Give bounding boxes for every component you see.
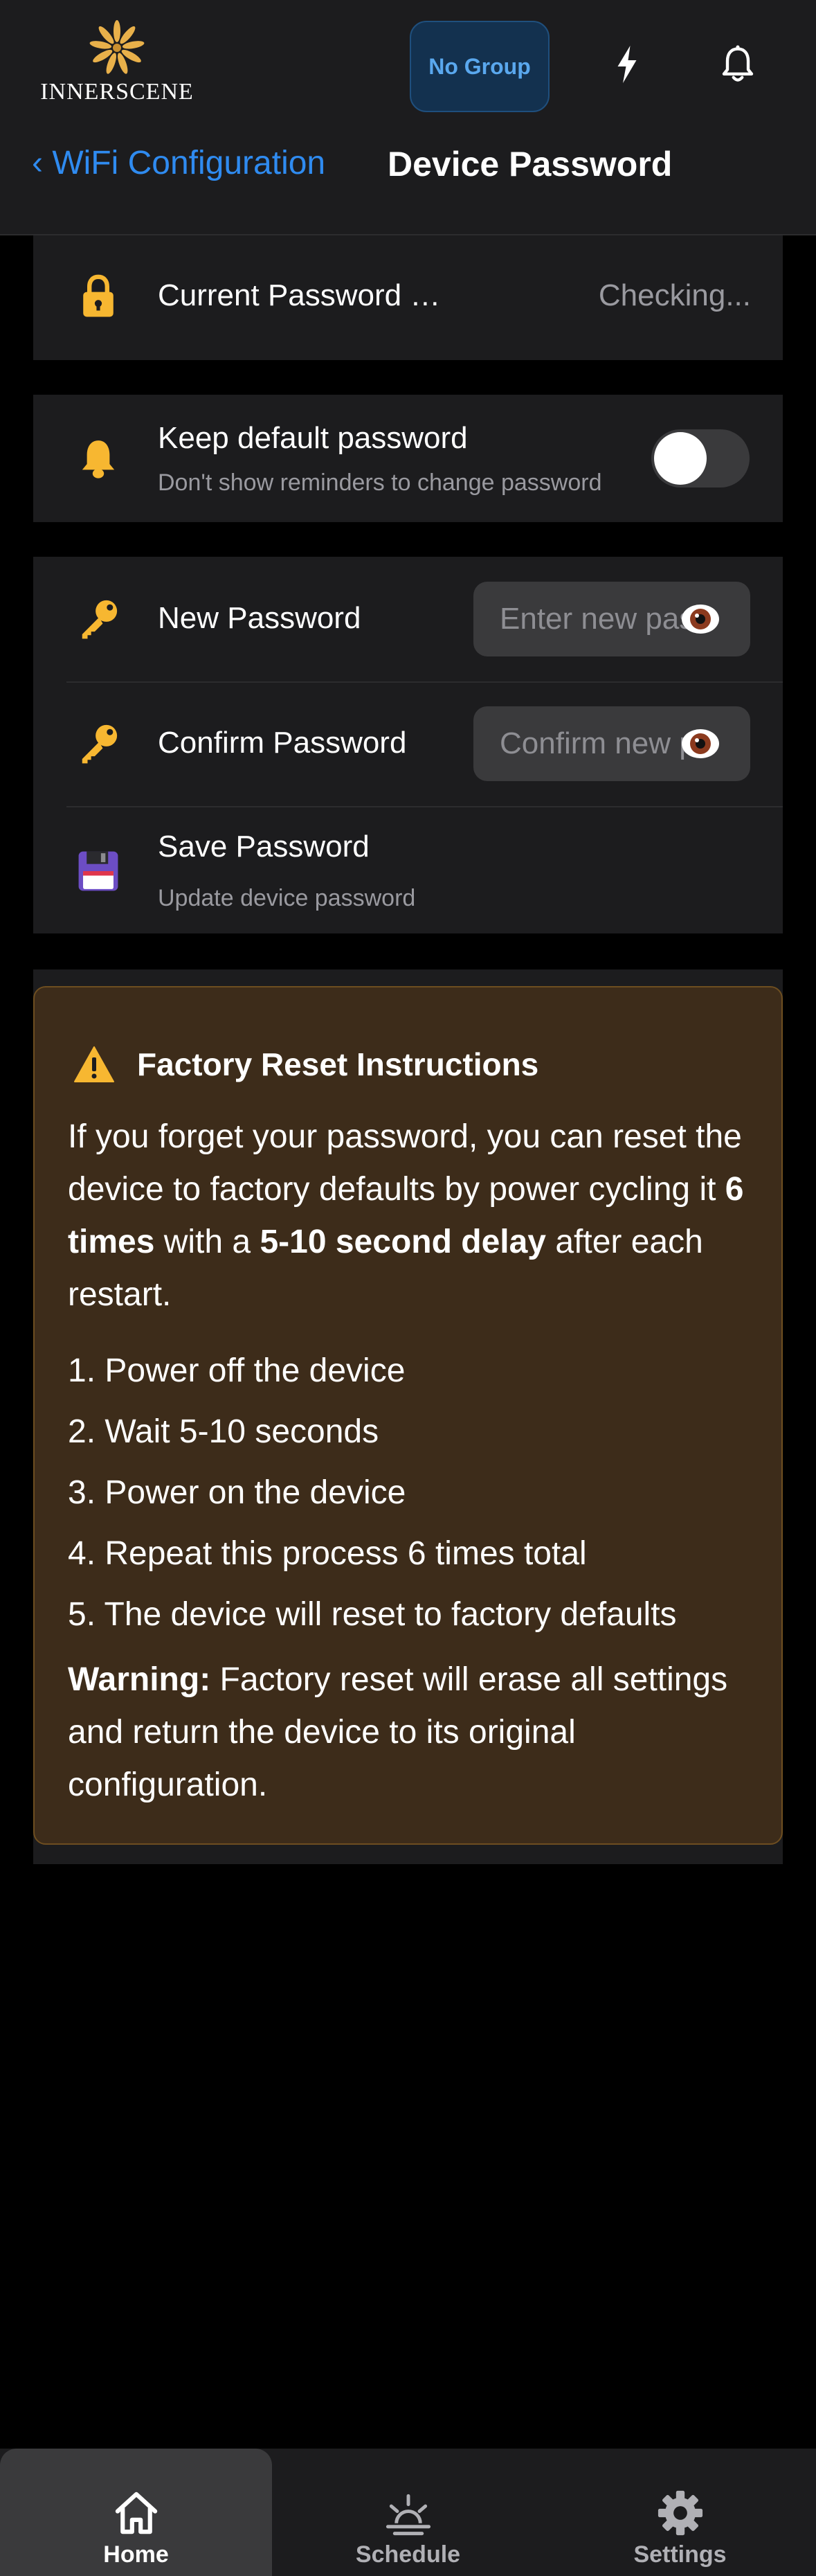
factory-reset-box: Factory Reset Instructions If you forget… [33,986,783,1845]
list-item: 4. Repeat this process 6 times total [68,1535,587,1572]
confirm-password-label: Confirm Password [158,726,407,760]
toggle-knob [654,432,707,485]
intro-text: If you forget your password, you can res… [68,1118,742,1208]
factory-reset-intro: If you forget your password, you can res… [68,1111,760,1321]
factory-reset-steps: 1. Power off the device 2. Wait 5-10 sec… [68,1341,760,1645]
factory-reset-title: Factory Reset Instructions [137,1046,539,1082]
tab-home[interactable]: Home [0,2449,272,2576]
keep-default-description: Don't show reminders to change password [158,469,602,496]
bottom-tab-bar: Home Schedule Settings [0,2449,816,2576]
warning-label: Warning: [68,1661,211,1698]
list-item: 1. Power off the device [68,1352,406,1389]
current-password-label: Current Password … [158,278,441,312]
save-password-label: Save Password [158,830,370,864]
bell-icon [75,435,122,482]
key-icon [75,720,122,767]
confirm-password-field [473,706,750,781]
eye-icon[interactable] [681,601,720,637]
tab-label: Schedule [355,2541,461,2568]
tab-label: Settings [633,2541,727,2568]
confirm-password-input[interactable] [473,706,705,781]
factory-reset-card: Factory Reset Instructions If you forget… [33,969,783,1864]
key-icon [75,596,122,643]
bell-icon[interactable] [717,40,759,89]
factory-reset-warning: Warning: Factory reset will erase all se… [68,1654,760,1812]
lightning-icon[interactable] [606,40,648,89]
new-password-field [473,582,750,656]
change-password-card: New Password Confirm Password Save Passw… [33,557,783,933]
current-password-card: Current Password … Checking... [33,235,783,360]
tab-settings[interactable]: Settings [544,2449,816,2576]
sunrise-icon [386,2494,430,2536]
keep-default-toggle[interactable] [651,429,750,488]
floppy-disk-icon [75,848,122,895]
eye-icon[interactable] [681,726,720,762]
lock-icon [75,273,122,320]
innerscene-logo[interactable]: INNERSCENE [40,18,194,108]
list-item: 5. The device will reset to factory defa… [68,1596,677,1633]
save-password-description: Update device password [158,885,416,911]
new-password-label: New Password [158,601,361,635]
gear-icon [658,2490,702,2536]
new-password-input[interactable] [473,582,705,656]
home-icon [115,2492,157,2534]
confirm-password-row: Confirm Password [33,683,783,806]
keep-default-card: Keep default password Don't show reminde… [33,395,783,522]
page-title: Device Password [388,145,673,184]
tab-label: Home [103,2541,169,2568]
sun-logo-icon [89,20,145,74]
group-button[interactable]: No Group [410,21,550,112]
new-password-row: New Password [33,557,783,681]
save-password-button[interactable]: Save Password Update device password [33,807,783,933]
intro-text: with a [154,1224,260,1260]
logo-text: INNERSCENE [40,79,194,105]
keep-default-label: Keep default password [158,421,468,455]
intro-bold-delay: 5-10 second delay [260,1224,546,1260]
list-item: 2. Wait 5-10 seconds [68,1413,379,1450]
back-link[interactable]: ‹ WiFi Configuration [32,144,325,182]
current-password-status: Checking... [598,278,751,312]
warning-icon [74,1046,114,1082]
app-header: INNERSCENE No Group [0,0,816,132]
list-item: 3. Power on the device [68,1474,406,1511]
tab-schedule[interactable]: Schedule [272,2449,544,2576]
